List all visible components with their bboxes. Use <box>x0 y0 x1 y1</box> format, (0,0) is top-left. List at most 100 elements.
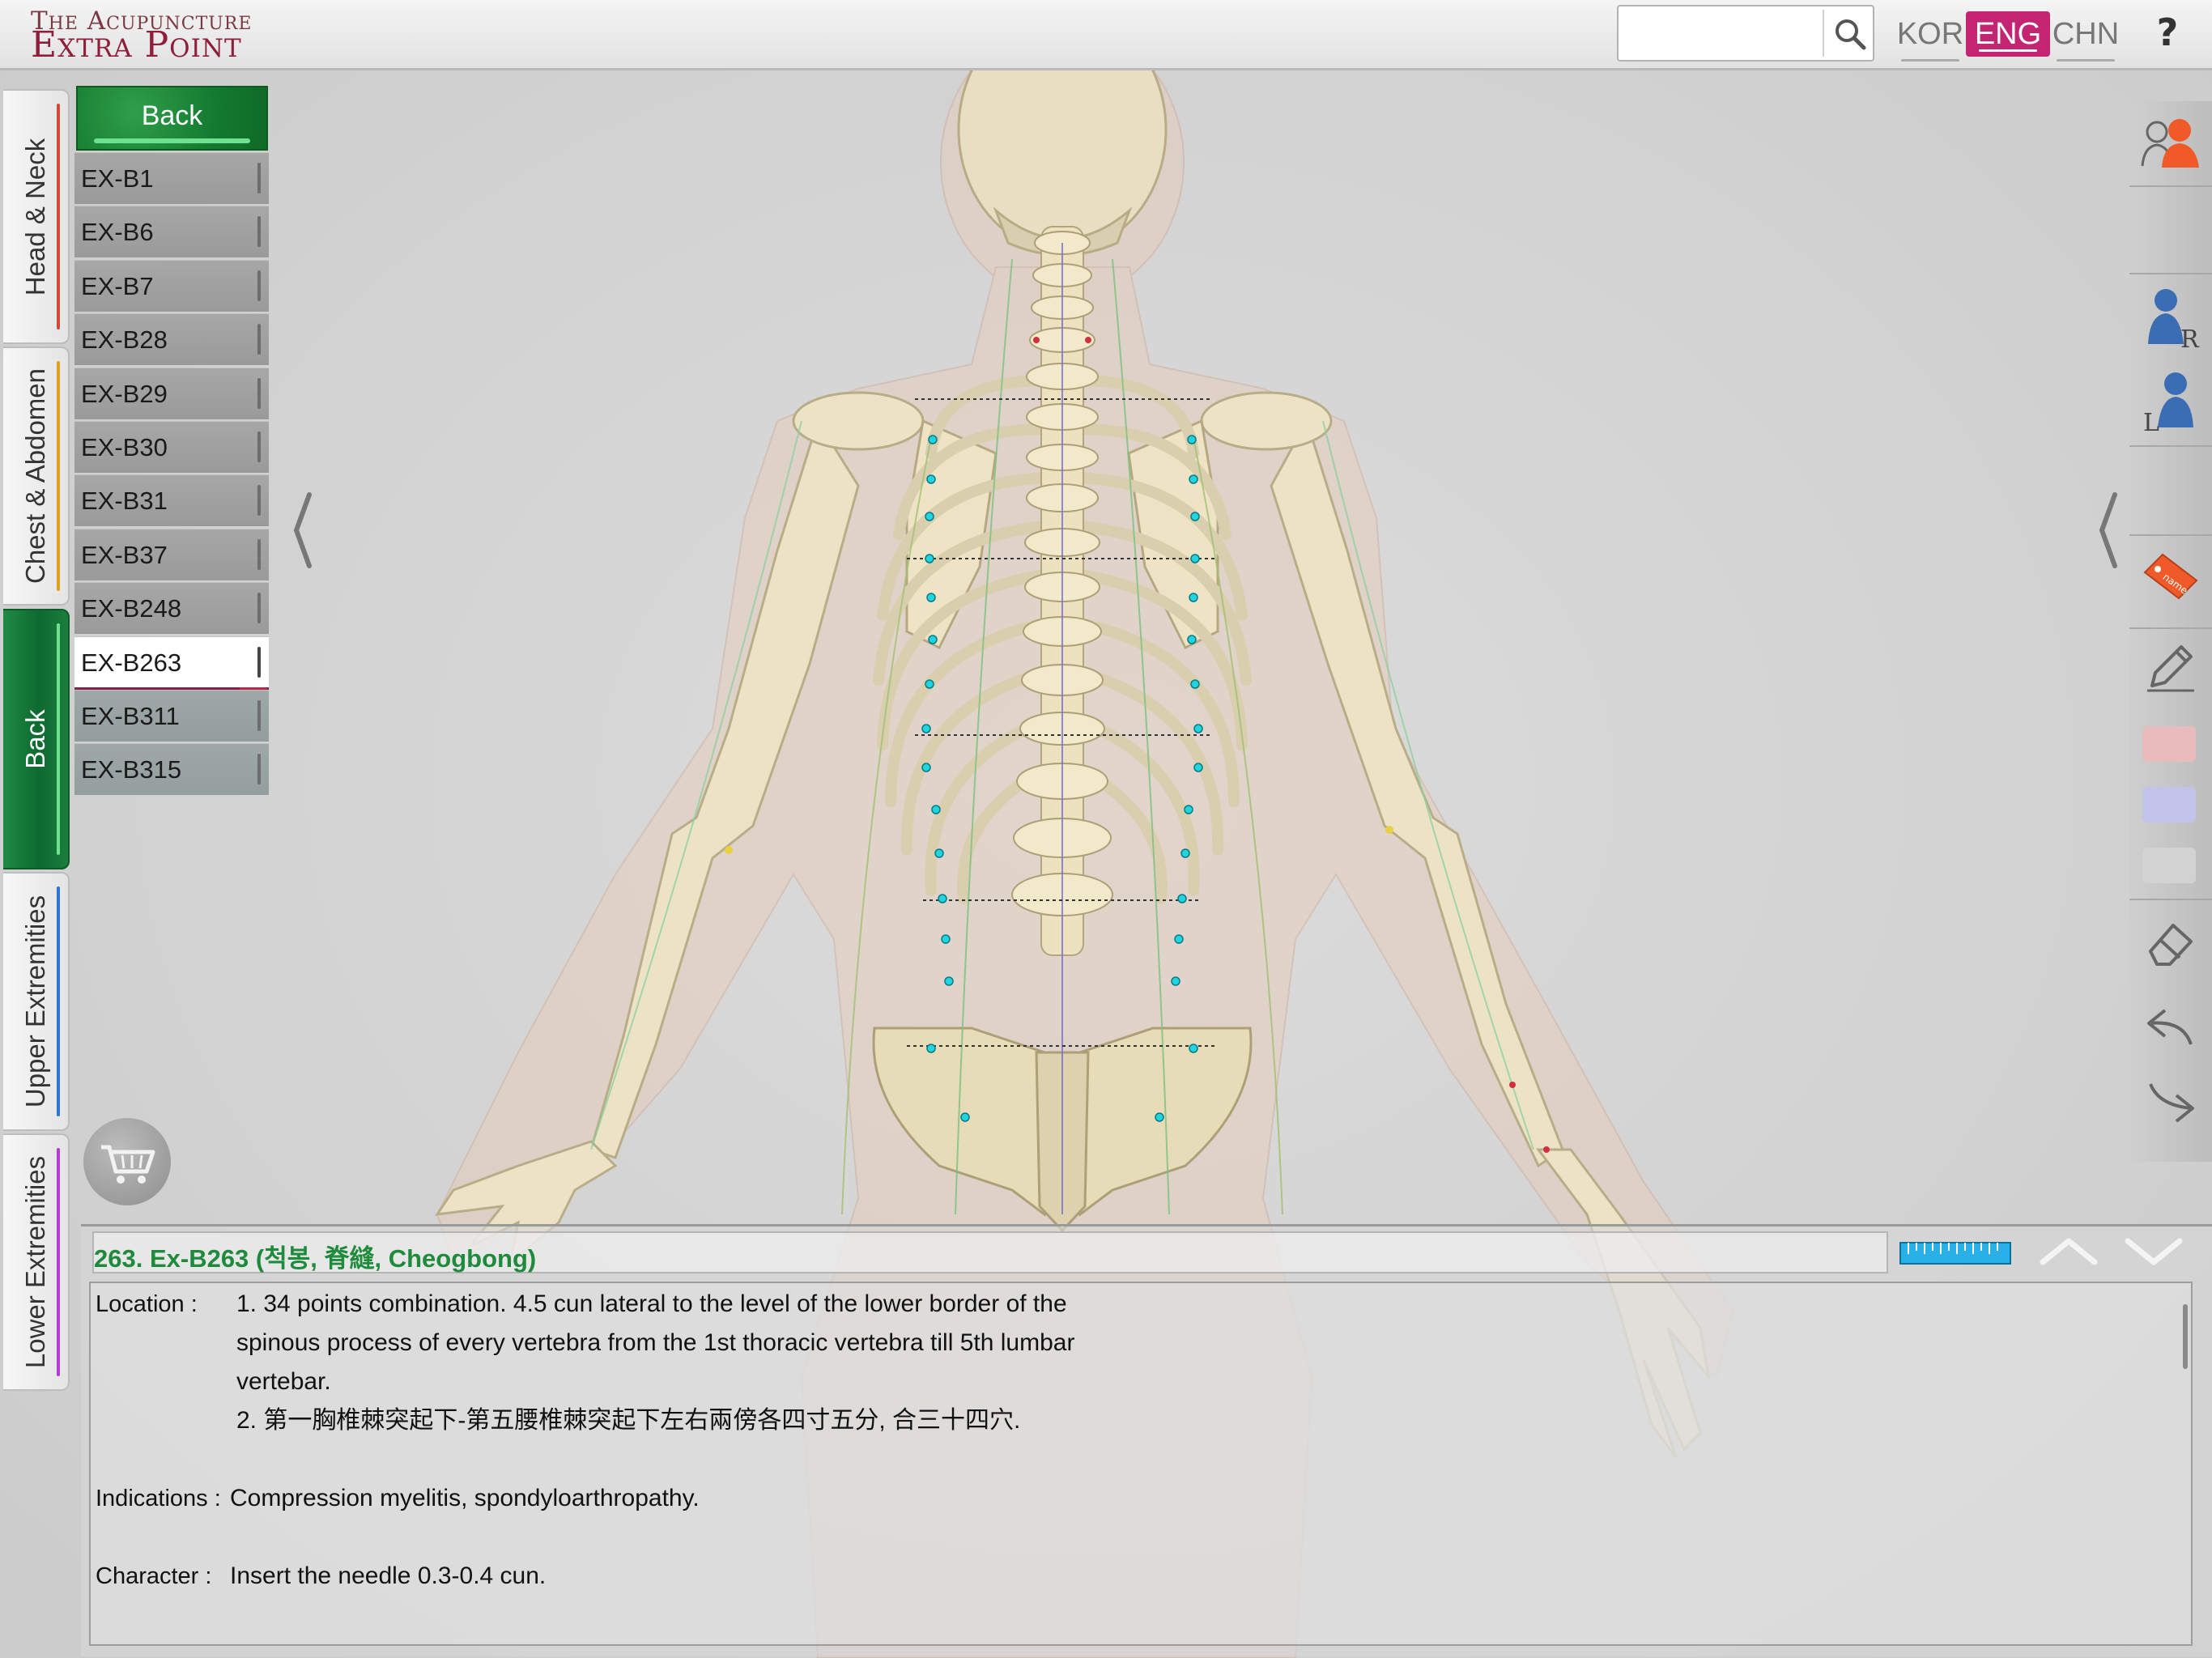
toolbar-separator <box>2129 627 2212 629</box>
redo-icon <box>2149 1083 2194 1123</box>
drag-handle-icon[interactable] <box>257 699 261 731</box>
brand-title: Extra Point <box>31 24 242 66</box>
point-label: EX-B1 <box>81 164 154 193</box>
category-color-stripe <box>57 1148 60 1376</box>
point-label: EX-B37 <box>81 540 168 569</box>
point-label: EX-B263 <box>81 648 182 677</box>
point-item-ex-b248[interactable]: EX-B248 <box>74 582 269 635</box>
undo-button[interactable] <box>2129 992 2212 1063</box>
left-side-figure-button[interactable]: L <box>2129 364 2212 436</box>
location-line: 2. 第一胸椎棘突起下-第五腰椎棘突起下左右兩傍各四寸五分, 合三十四穴. <box>236 1407 1021 1434</box>
point-title-bar: 263. Ex-B263 (척봉, 脊縫, Cheogbong) <box>92 1231 1888 1273</box>
category-color-stripe <box>57 886 60 1116</box>
category-color-stripe <box>57 623 60 855</box>
name-tag-icon: name <box>2143 553 2198 600</box>
point-title: 263. Ex-B263 (척봉, 脊縫, Cheogbong) <box>94 1244 537 1273</box>
drag-handle-icon[interactable] <box>257 646 261 678</box>
svg-text:L: L <box>2143 409 2159 434</box>
category-tab-head-neck[interactable]: Head & Neck <box>3 89 70 344</box>
location-line: spinous process of every vertebra from t… <box>236 1329 1075 1356</box>
category-tab-back[interactable]: Back <box>3 609 70 869</box>
point-item-ex-b7[interactable]: EX-B7 <box>74 259 269 312</box>
point-item-ex-b315[interactable]: EX-B315 <box>74 743 269 796</box>
drag-handle-icon[interactable] <box>257 538 261 570</box>
panel-collapse-down-icon[interactable] <box>2121 1233 2186 1269</box>
category-tab-label: Head & Neck <box>20 138 50 295</box>
back-button-underline <box>94 138 250 143</box>
right-side-figure-icon: R <box>2148 289 2200 351</box>
category-color-stripe <box>57 104 60 329</box>
drag-handle-icon[interactable] <box>257 485 261 517</box>
drag-handle-icon[interactable] <box>257 216 261 248</box>
indications-label: Indications : <box>96 1486 221 1511</box>
body-view-toggle-button[interactable] <box>2129 106 2212 177</box>
search-box <box>1617 5 1874 62</box>
svg-text:R: R <box>2180 325 2200 351</box>
description-scrollbar[interactable] <box>2183 1304 2188 1369</box>
right-toolbar: R L name <box>2129 101 2212 1162</box>
point-label: EX-B7 <box>81 271 154 300</box>
left-panel-collapse-icon[interactable] <box>290 490 314 571</box>
search-input[interactable] <box>1622 10 1819 58</box>
color-swatch-gray[interactable] <box>2142 848 2196 883</box>
drag-handle-icon[interactable] <box>257 163 261 193</box>
drag-handle-icon[interactable] <box>257 324 261 355</box>
point-item-ex-b1[interactable]: EX-B1 <box>74 152 269 204</box>
point-item-ex-b6[interactable]: EX-B6 <box>74 206 269 258</box>
location-line: 1. 34 points combination. 4.5 cun latera… <box>236 1290 1067 1317</box>
lang-kor-button[interactable]: KOR <box>1888 11 1972 62</box>
point-info-panel: 263. Ex-B263 (척봉, 脊縫, Cheogbong) Locatio… <box>81 1224 2212 1656</box>
color-swatch-lavender[interactable] <box>2142 787 2196 823</box>
top-bar: The Acupuncture Extra Point KOR ENG CHN … <box>0 0 2212 70</box>
point-item-ex-b31[interactable]: EX-B31 <box>74 474 269 527</box>
back-button-label: Back <box>141 100 203 131</box>
lang-chn-button[interactable]: CHN <box>2044 11 2128 62</box>
point-description[interactable]: Location : 1. 34 points combination. 4.5… <box>89 1282 2193 1646</box>
help-button[interactable]: ? <box>2147 6 2188 58</box>
pencil-button[interactable] <box>2129 631 2212 703</box>
panel-expand-up-icon[interactable] <box>2036 1233 2101 1269</box>
drag-handle-icon[interactable] <box>257 593 261 624</box>
point-item-ex-b30[interactable]: EX-B30 <box>74 420 269 473</box>
search-icon[interactable] <box>1831 15 1870 53</box>
point-label: EX-B248 <box>81 594 182 623</box>
category-tab-label: Back <box>20 709 50 769</box>
lang-eng-button[interactable]: ENG <box>1966 11 2050 57</box>
shopping-cart-button[interactable] <box>83 1118 171 1205</box>
point-item-ex-b28[interactable]: EX-B28 <box>74 313 269 366</box>
point-item-ex-b37[interactable]: EX-B37 <box>74 528 269 580</box>
shopping-cart-icon <box>101 1145 155 1184</box>
point-label: EX-B29 <box>81 379 168 408</box>
category-tab-upper-extremities[interactable]: Upper Extremities <box>3 872 70 1131</box>
drag-handle-icon[interactable] <box>257 377 261 409</box>
drag-handle-icon[interactable] <box>257 431 261 462</box>
point-label: EX-B30 <box>81 432 168 461</box>
point-label: EX-B311 <box>81 701 180 730</box>
eraser-button[interactable] <box>2129 907 2212 978</box>
point-label: EX-B6 <box>81 218 154 247</box>
location-label: Location : <box>96 1291 198 1317</box>
redo-button[interactable] <box>2129 1069 2212 1140</box>
category-tab-lower-extremities[interactable]: Lower Extremities <box>3 1133 70 1391</box>
color-swatch-pink[interactable] <box>2142 726 2196 762</box>
point-item-ex-b311[interactable]: EX-B311 <box>74 689 269 742</box>
pencil-icon <box>2147 645 2194 692</box>
right-side-figure-button[interactable]: R <box>2129 281 2212 352</box>
drag-handle-icon[interactable] <box>257 754 261 785</box>
name-tag-button[interactable]: name <box>2129 541 2212 612</box>
location-text: 1. 34 points combination. 4.5 cun latera… <box>236 1285 1321 1440</box>
ruler-icon[interactable] <box>1899 1235 2012 1270</box>
eraser-icon <box>2149 924 2193 966</box>
drag-handle-icon[interactable] <box>257 270 261 301</box>
point-item-ex-b263[interactable]: EX-B263 <box>74 636 269 691</box>
category-tab-label: Upper Extremities <box>20 895 50 1108</box>
body-view-toggle-icon <box>2141 119 2199 168</box>
toolbar-separator <box>2129 185 2212 187</box>
right-panel-expand-icon[interactable] <box>2095 490 2120 571</box>
character-label: Character : <box>96 1563 212 1589</box>
point-label: EX-B315 <box>81 755 182 784</box>
point-label: EX-B31 <box>81 487 168 516</box>
back-button[interactable]: Back <box>76 86 268 151</box>
point-item-ex-b29[interactable]: EX-B29 <box>74 367 269 419</box>
category-tab-chest-abdomen[interactable]: Chest & Abdomen <box>3 346 70 606</box>
